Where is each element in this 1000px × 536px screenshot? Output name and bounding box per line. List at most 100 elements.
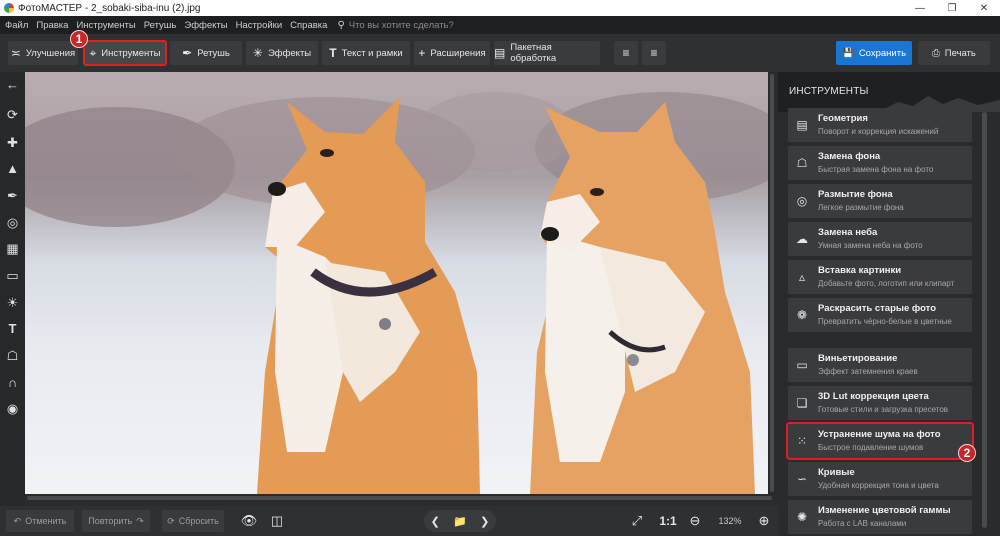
tool-geometry[interactable]: ▤ Геометрия Поворот и коррекция искажени… xyxy=(788,108,972,142)
folder-icon[interactable]: 📁 xyxy=(453,515,467,528)
tab-enhancements[interactable]: ≍ Улучшения xyxy=(8,41,78,65)
gradient-filter-icon[interactable]: ▦ xyxy=(4,240,21,257)
tool-title: Геометрия xyxy=(818,113,868,124)
brush-icon[interactable]: ✒ xyxy=(4,187,21,204)
magnet-icon[interactable]: ∩ xyxy=(4,374,21,391)
tool-insert-image[interactable]: ▵ Вставка картинки Добавьте фото, логоти… xyxy=(788,260,972,294)
menu-effects[interactable]: Эффекты xyxy=(184,20,227,31)
split-compare-icon[interactable]: ◫ xyxy=(268,512,286,530)
menu-edit[interactable]: Правка xyxy=(36,20,68,31)
sun-icon[interactable]: ☀ xyxy=(4,294,21,311)
scroll-thumb[interactable] xyxy=(982,112,987,528)
tool-desc: Добавьте фото, логотип или клипарт xyxy=(818,279,955,288)
tool-background-blur[interactable]: ◎ Размытие фона Легкое размытие фона xyxy=(788,184,972,218)
tool-title: Замена фона xyxy=(818,151,881,162)
minimize-button[interactable]: — xyxy=(904,3,936,14)
zoom-out-icon[interactable]: ⊖ xyxy=(686,512,704,530)
redo-button[interactable]: Повторить ↷ xyxy=(82,510,150,532)
tool-sky-replace[interactable]: ☁ Замена неба Умная замена неба на фото xyxy=(788,222,972,256)
tool-desc: Быстрое подавление шумов xyxy=(818,443,924,452)
crop-icon: ⌖ xyxy=(89,45,97,60)
zoom-level[interactable]: 132% xyxy=(710,510,750,532)
save-icon: 💾 xyxy=(841,47,854,59)
tool-title: Размытие фона xyxy=(818,189,893,200)
bottom-bar: ↶ Отменить Повторить ↷ ⟳ Сбросить 👁 ◫ ❮ … xyxy=(0,506,778,536)
radial-filter-icon[interactable]: ◎ xyxy=(4,214,21,231)
back-arrow-icon[interactable]: ← xyxy=(4,76,21,93)
menu-tools[interactable]: Инструменты xyxy=(76,20,135,31)
tab-tools[interactable]: ⌖ Инструменты xyxy=(83,40,167,66)
canvas-horizontal-scrollbar[interactable] xyxy=(25,494,776,502)
title-bar: ФотоМАСТЕР - 2_sobaki-siba-inu (2).jpg —… xyxy=(0,0,1000,16)
menu-help[interactable]: Справка xyxy=(290,20,327,31)
eye-preview-icon[interactable]: 👁 xyxy=(240,512,258,530)
tool-colorize-old-photos[interactable]: ❁ Раскрасить старые фото Превратить чёрн… xyxy=(788,298,972,332)
tab-retouch[interactable]: ✒ Ретушь xyxy=(170,41,242,65)
cube-icon: ❏ xyxy=(796,396,808,410)
search-icon: ⚲ xyxy=(337,19,345,31)
maximize-button[interactable]: ❐ xyxy=(936,3,968,14)
tool-background-replace[interactable]: ☖ Замена фона Быстрая замена фона на фот… xyxy=(788,146,972,180)
tool-title: Виньетирование xyxy=(818,353,898,364)
menu-retouch[interactable]: Ретушь xyxy=(144,20,177,31)
reset-button[interactable]: ⟳ Сбросить xyxy=(162,510,224,532)
tool-curves[interactable]: ∽ Кривые Удобная коррекция тона и цвета xyxy=(788,462,972,496)
annotation-badge-2: 2 xyxy=(958,444,976,462)
tab-effects[interactable]: ✳ Эффекты xyxy=(246,41,318,65)
tool-3d-lut[interactable]: ❏ 3D Lut коррекция цвета Готовые стили и… xyxy=(788,386,972,420)
tab-label: Ретушь xyxy=(197,47,230,59)
compare-before-button[interactable]: ≡ xyxy=(614,41,638,65)
vignette-rect-icon[interactable]: ▭ xyxy=(4,267,21,284)
prev-image-icon[interactable]: ❮ xyxy=(431,515,440,528)
tool-desc: Поворот и коррекция искажений xyxy=(818,127,939,136)
print-button[interactable]: ⎙ Печать xyxy=(918,41,990,65)
text-icon[interactable]: T xyxy=(4,320,21,337)
healing-patch-icon[interactable]: ✚ xyxy=(4,134,21,151)
menu-search[interactable]: ⚲ Что вы хотите сделать? xyxy=(337,20,453,31)
tool-color-gamma[interactable]: ✺ Изменение цветовой гаммы Работа с LAB … xyxy=(788,500,972,534)
blur-icon: ◎ xyxy=(796,194,808,208)
photo-canvas[interactable] xyxy=(25,72,768,494)
window-title: ФотоМАСТЕР - 2_sobaki-siba-inu (2).jpg xyxy=(18,2,201,14)
menu-file[interactable]: Файл xyxy=(5,20,28,31)
next-image-icon[interactable]: ❯ xyxy=(480,515,489,528)
noise-icon: ⁙ xyxy=(796,434,808,448)
plus-icon: + xyxy=(418,46,426,60)
zoom-in-icon[interactable]: ⊕ xyxy=(755,512,773,530)
fill-bucket-icon[interactable]: ☖ xyxy=(4,347,21,364)
rotate-icon[interactable]: ⟳ xyxy=(4,106,21,123)
stamp-icon[interactable]: ▲ xyxy=(4,160,21,177)
panel-scrollbar[interactable] xyxy=(980,112,988,530)
scroll-thumb[interactable] xyxy=(27,496,772,500)
vignette-icon: ▭ xyxy=(796,358,808,372)
globe-icon[interactable]: ◉ xyxy=(4,400,21,417)
scroll-thumb[interactable] xyxy=(770,74,774,492)
ratio-1-1-button[interactable]: 1:1 xyxy=(656,512,680,530)
curves-icon: ∽ xyxy=(796,472,808,486)
tab-batch-processing[interactable]: ▤ Пакетная обработка xyxy=(494,41,600,65)
undo-button[interactable]: ↶ Отменить xyxy=(6,510,74,532)
tab-extensions[interactable]: + Расширения xyxy=(414,41,490,65)
shiba-dogs-photo xyxy=(25,92,768,494)
tool-title: Раскрасить старые фото xyxy=(818,303,937,314)
fit-screen-icon[interactable]: ⤢ xyxy=(628,512,646,530)
menu-settings[interactable]: Настройки xyxy=(236,20,283,31)
close-button[interactable]: ✕ xyxy=(968,3,1000,14)
save-button[interactable]: 💾 Сохранить xyxy=(836,41,912,65)
canvas-vertical-scrollbar[interactable] xyxy=(768,72,776,494)
bucket-icon: ☖ xyxy=(796,156,808,170)
compare-after-button[interactable]: ≡ xyxy=(642,41,666,65)
tool-title: Устранение шума на фото xyxy=(818,429,941,440)
tool-title: Вставка картинки xyxy=(818,265,902,276)
image-navigation: ❮ 📁 ❯ xyxy=(424,510,496,532)
batch-icon: ▤ xyxy=(494,46,506,60)
undo-label: Отменить xyxy=(25,516,67,526)
redo-label: Повторить xyxy=(88,516,133,526)
tool-desc: Удобная коррекция тона и цвета xyxy=(818,481,939,490)
tool-vignette[interactable]: ▭ Виньетирование Эффект затемнения краев xyxy=(788,348,972,382)
tool-noise-reduction[interactable]: ⁙ Устранение шума на фото Быстрое подавл… xyxy=(786,422,974,460)
tab-label: Эффекты xyxy=(267,47,312,59)
main-toolbar: ≍ Улучшения ⌖ Инструменты ✒ Ретушь ✳ Эфф… xyxy=(0,34,1000,72)
reset-icon: ⟳ xyxy=(167,515,175,526)
tab-text-frames[interactable]: T Текст и рамки xyxy=(322,41,410,65)
